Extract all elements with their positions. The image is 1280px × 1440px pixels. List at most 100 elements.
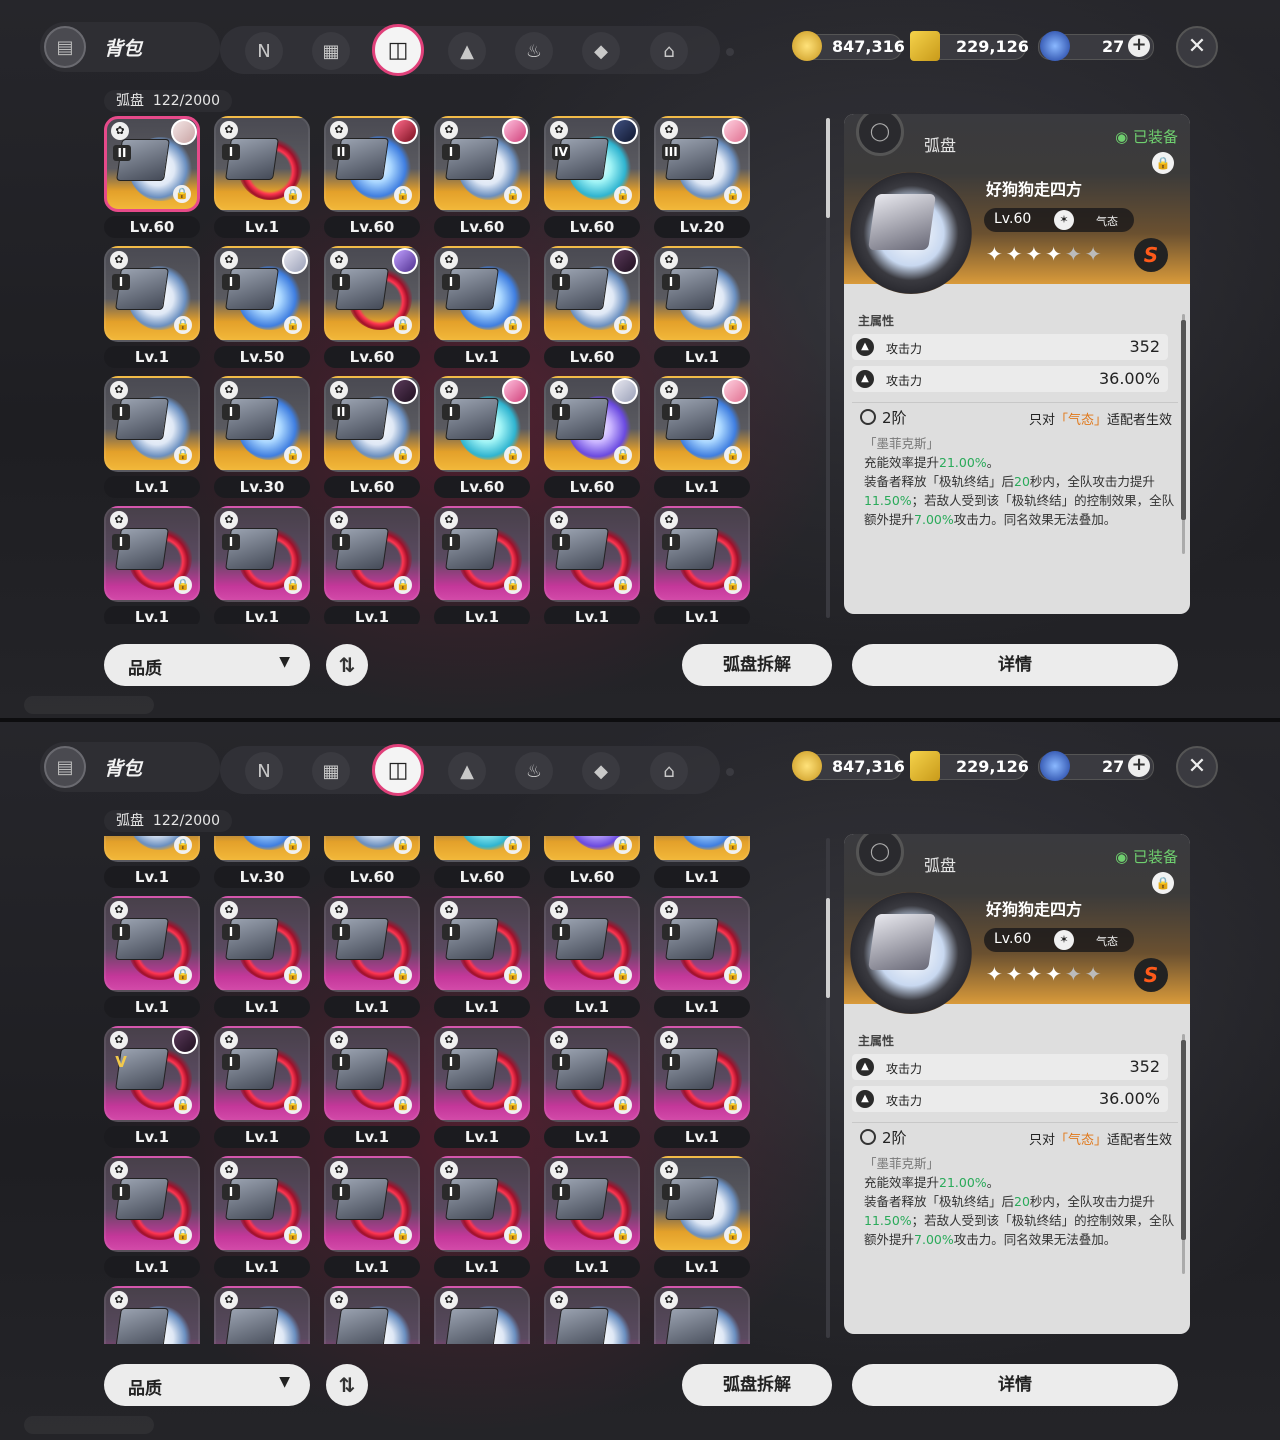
disk-tile[interactable]: ✿I🔒 — [324, 896, 420, 992]
disk-card[interactable]: ✿I🔒Lv.30 — [214, 836, 314, 890]
tab-wengine-icon[interactable]: ▦ — [312, 752, 350, 790]
disk-tile[interactable]: ✿🔒 — [544, 1286, 640, 1344]
disk-card[interactable]: ✿🔒 — [104, 1286, 204, 1344]
disk-tile[interactable]: ✿I🔒 — [434, 376, 530, 472]
disk-card[interactable]: ✿I🔒Lv.1 — [654, 506, 754, 624]
disk-card[interactable]: ✿I🔒Lv.60 — [434, 836, 534, 890]
disk-tile[interactable]: ✿I🔒 — [324, 506, 420, 602]
disk-card[interactable]: ✿I🔒Lv.1 — [324, 506, 424, 624]
disk-card[interactable]: ✿ V 🔒 Lv.1 — [104, 1026, 204, 1150]
disk-tile[interactable]: ✿I🔒 — [214, 246, 310, 342]
disk-card[interactable]: ✿I🔒Lv.1 — [654, 376, 754, 500]
disk-tile[interactable]: ✿I🔒 — [654, 1026, 750, 1122]
disk-card[interactable]: ✿I🔒Lv.1 — [434, 1026, 534, 1150]
disk-card[interactable]: ✿I🔒Lv.1 — [104, 246, 204, 370]
disk-tile[interactable]: ✿I🔒 — [434, 1026, 530, 1122]
disk-card[interactable]: ✿I🔒Lv.1 — [104, 506, 204, 624]
disk-card[interactable]: ✿I🔒Lv.1 — [104, 1156, 204, 1280]
disk-tile[interactable]: ✿I🔒 — [104, 246, 200, 342]
disk-card[interactable]: ✿II🔒Lv.60 — [324, 116, 424, 240]
disk-tile[interactable]: ✿I🔒 — [104, 896, 200, 992]
disk-card[interactable]: ✿II🔒Lv.60 — [324, 836, 424, 890]
disk-tile[interactable]: ✿I🔒 — [544, 246, 640, 342]
disk-card[interactable]: ✿I🔒Lv.1 — [104, 836, 204, 890]
disk-card[interactable]: ✿I🔒Lv.1 — [324, 896, 424, 1020]
disk-card[interactable]: ✿🔒 — [434, 1286, 534, 1344]
disk-card[interactable]: ✿I🔒Lv.1 — [654, 1026, 754, 1150]
disk-card[interactable]: ✿I🔒Lv.1 — [544, 1026, 644, 1150]
disk-tile[interactable]: ✿I🔒 — [654, 836, 750, 862]
disk-card[interactable]: ✿I🔒Lv.1 — [544, 896, 644, 1020]
disk-tile[interactable]: ✿I🔒 — [214, 376, 310, 472]
disk-tile[interactable]: ✿I🔒 — [324, 246, 420, 342]
quality-filter-dropdown[interactable]: 品质 ▼ — [104, 1364, 310, 1406]
disk-card[interactable]: ✿ III 🔒 Lv.20 — [654, 116, 754, 240]
disk-tile[interactable]: ✿I🔒 — [214, 1156, 310, 1252]
disk-card[interactable]: ✿I🔒Lv.1 — [104, 896, 204, 1020]
disk-tile[interactable]: ✿🔒 — [214, 1286, 310, 1344]
tab-bangboo-icon[interactable]: ◆ — [582, 32, 620, 70]
disk-tile[interactable]: ✿I🔒 — [434, 896, 530, 992]
quality-filter-dropdown[interactable]: 品质 ▼ — [104, 644, 310, 686]
add-currency-button[interactable]: + — [1128, 35, 1150, 57]
tab-material-icon[interactable]: ▲ — [448, 32, 486, 70]
disk-tile[interactable]: ✿I🔒 — [544, 1156, 640, 1252]
disk-card[interactable]: ✿I🔒Lv.1 — [324, 1026, 424, 1150]
sort-order-button[interactable]: ⇅ — [326, 644, 368, 686]
disk-card[interactable]: ✿🔒 — [654, 1286, 754, 1344]
disk-card[interactable]: ✿🔒 — [544, 1286, 644, 1344]
tab-food-icon[interactable]: ♨ — [515, 752, 553, 790]
disk-card[interactable]: ✿I🔒Lv.1 — [214, 116, 314, 240]
disk-card[interactable]: ✿I🔒Lv.60 — [544, 246, 644, 370]
grid-scroll-thumb[interactable] — [826, 898, 830, 998]
dismantle-button[interactable]: 弧盘拆解 — [682, 644, 832, 686]
detail-scroll-thumb[interactable] — [1181, 320, 1186, 520]
disk-card[interactable]: ✿I🔒Lv.1 — [214, 1026, 314, 1150]
disk-tile[interactable]: ✿🔒 — [104, 1286, 200, 1344]
close-button[interactable]: ✕ — [1176, 26, 1218, 68]
disk-tile[interactable]: ✿I🔒 — [214, 1026, 310, 1122]
tab-agent-icon[interactable]: N — [245, 32, 283, 70]
disk-card[interactable]: ✿II🔒Lv.60 — [104, 116, 204, 240]
disk-card[interactable]: ✿I🔒Lv.60 — [434, 376, 534, 500]
tab-food-icon[interactable]: ♨ — [515, 32, 553, 70]
disk-tile[interactable]: ✿ III 🔒 — [654, 116, 750, 212]
disk-tile[interactable]: ✿I🔒 — [654, 896, 750, 992]
disk-card[interactable]: ✿I🔒Lv.60 — [434, 116, 534, 240]
disk-card[interactable]: ✿I🔒Lv.1 — [214, 1156, 314, 1280]
disk-tile[interactable]: ✿I🔒 — [544, 376, 640, 472]
disk-card[interactable]: ✿I🔒Lv.30 — [214, 376, 314, 500]
disk-card[interactable]: ✿I🔒Lv.1 — [544, 1156, 644, 1280]
disk-tile[interactable]: ✿I🔒 — [544, 506, 640, 602]
lock-icon[interactable]: 🔒 — [1152, 872, 1174, 894]
disk-tile[interactable]: ✿I🔒 — [324, 1156, 420, 1252]
disk-card[interactable]: ✿I🔒Lv.60 — [544, 836, 644, 890]
disk-card[interactable]: ✿I🔒Lv.60 — [544, 376, 644, 500]
disk-tile[interactable]: ✿ IV 🔒 — [544, 116, 640, 212]
disk-card[interactable]: ✿I🔒Lv.1 — [434, 246, 534, 370]
lock-icon[interactable]: 🔒 — [1152, 152, 1174, 174]
tab-disk-icon[interactable]: ◫ — [372, 24, 424, 76]
disk-tile[interactable]: ✿I🔒 — [544, 836, 640, 862]
disk-card[interactable]: ✿ I 🔒 Lv.50 — [214, 246, 314, 370]
disk-card[interactable]: ✿I🔒Lv.1 — [654, 246, 754, 370]
disk-card[interactable]: ✿I🔒Lv.1 — [214, 506, 314, 624]
disk-tile[interactable]: ✿I🔒 — [544, 896, 640, 992]
disk-tile[interactable]: ✿I🔒 — [654, 376, 750, 472]
disk-tile[interactable]: ✿I🔒 — [654, 1156, 750, 1252]
disk-tile[interactable]: ✿I🔒 — [434, 246, 530, 342]
disk-tile[interactable]: ✿🔒 — [434, 1286, 530, 1344]
disk-tile[interactable]: ✿I🔒 — [434, 1156, 530, 1252]
tab-home-icon[interactable]: ⌂ — [650, 32, 688, 70]
disk-tile[interactable]: ✿I🔒 — [104, 1156, 200, 1252]
disk-tile[interactable]: ✿ V 🔒 — [104, 1026, 200, 1122]
disk-card[interactable]: ✿I🔒Lv.60 — [324, 246, 424, 370]
disk-tile[interactable]: ✿II🔒 — [324, 836, 420, 862]
tab-bangboo-icon[interactable]: ◆ — [582, 752, 620, 790]
disk-tile[interactable]: ✿🔒 — [324, 1286, 420, 1344]
disk-tile[interactable]: ✿I🔒 — [434, 836, 530, 862]
sort-order-button[interactable]: ⇅ — [326, 1364, 368, 1406]
disk-card[interactable]: ✿I🔒Lv.1 — [324, 1156, 424, 1280]
disk-card[interactable]: ✿ IV 🔒 Lv.60 — [544, 116, 644, 240]
disk-tile[interactable]: ✿I🔒 — [434, 506, 530, 602]
